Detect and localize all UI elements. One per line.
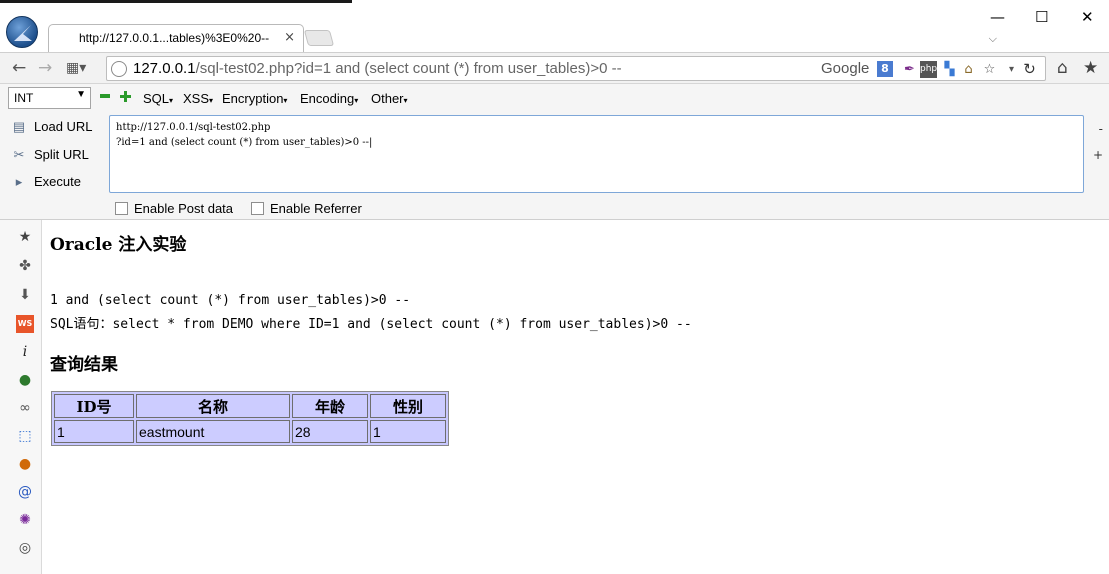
url-text: 127.0.0.1/sql-test02.php?id=1 and (selec… <box>133 60 622 77</box>
int-select-value: INT <box>14 91 34 105</box>
feather-icon[interactable]: ✒ <box>901 61 918 78</box>
param-line: 1 and (select count (*) from user_tables… <box>50 293 411 308</box>
tab-list-chevron-icon[interactable]: ⌵ <box>989 32 997 46</box>
load-url-label: Load URL <box>34 119 93 134</box>
swirl-icon[interactable]: @ <box>16 483 34 501</box>
search-badge: 8 <box>877 61 893 77</box>
browser-logo-icon[interactable] <box>6 16 38 48</box>
table-row: 1 eastmount 28 1 <box>54 420 446 443</box>
glasses-icon[interactable]: ∞ <box>16 399 34 417</box>
url-line-2: ?id=1 and (select count (*) from user_ta… <box>116 137 373 148</box>
reload-icon[interactable]: ↻ <box>1021 61 1038 78</box>
split-url-button[interactable]: ✂ Split URL <box>10 147 89 169</box>
column-header: 名称 <box>136 394 290 418</box>
enable-referrer-checkbox[interactable]: Enable Referrer <box>251 201 362 216</box>
execute-label: Execute <box>34 174 81 189</box>
extension-sidebar: ★ ✤ ⬇ WS i ● ∞ ⬚ ● @ ✺ ◎ <box>0 220 42 574</box>
increase-icon[interactable] <box>120 91 131 102</box>
gear-icon[interactable]: ✺ <box>16 511 34 529</box>
select-arrow-icon: ▼ <box>76 89 86 100</box>
column-header: ID号 <box>54 394 134 418</box>
active-tab[interactable]: http://127.0.0.1...tables)%3E0%20-- × <box>48 24 304 52</box>
cursor-icon[interactable]: ⬚ <box>16 427 34 445</box>
grid-menu-icon[interactable]: ▦▾ <box>66 60 86 76</box>
menu-other[interactable]: Other▾ <box>371 91 408 106</box>
forward-arrow-icon[interactable]: → <box>38 58 52 78</box>
cookie-icon[interactable]: ◎ <box>16 539 34 557</box>
tab-close-icon[interactable]: × <box>284 30 295 45</box>
table-cell: eastmount <box>136 420 290 443</box>
table-cell: 1 <box>370 420 446 443</box>
split-url-icon: ✂ <box>13 147 25 162</box>
load-url-icon: ▤ <box>12 119 26 134</box>
minimize-button[interactable]: — <box>990 8 1005 26</box>
menu-encoding[interactable]: Encoding▾ <box>300 91 358 106</box>
execute-button[interactable]: ▸ Execute <box>10 174 81 196</box>
hackbar-panel: INT ▼ SQL▾ XSS▾ Encryption▾ Encoding▾ Ot… <box>0 84 1109 220</box>
table-header-row: ID号 名称 年龄 性别 <box>54 394 446 418</box>
back-arrow-icon[interactable]: ← <box>12 58 26 78</box>
result-heading: 查询结果 <box>50 355 118 375</box>
title-bar: http://127.0.0.1...tables)%3E0%20-- × — … <box>0 0 1109 52</box>
execute-icon: ▸ <box>15 174 23 189</box>
menu-sql[interactable]: SQL▾ <box>143 91 173 106</box>
checkbox-box[interactable] <box>115 202 128 215</box>
url-line-1: http://127.0.0.1/sql-test02.php <box>116 122 271 133</box>
info-icon[interactable]: i <box>16 343 34 361</box>
site-info-icon[interactable] <box>111 61 127 77</box>
menu-encryption[interactable]: Encryption▾ <box>222 91 287 106</box>
maximize-button[interactable]: ☐ <box>1035 8 1048 26</box>
top-accent-line <box>0 0 352 3</box>
star-icon[interactable]: ★ <box>16 228 34 246</box>
home-outline-icon[interactable]: ⌂ <box>960 61 977 78</box>
checkbox-box[interactable] <box>251 202 264 215</box>
puzzle-icon[interactable]: ✤ <box>16 257 34 275</box>
split-url-label: Split URL <box>34 147 89 162</box>
url-textarea[interactable]: http://127.0.0.1/sql-test02.php ?id=1 and… <box>109 115 1084 193</box>
ws-icon[interactable]: WS <box>16 315 34 333</box>
lastpass-icon[interactable]: ● <box>16 455 34 473</box>
enable-referrer-label: Enable Referrer <box>270 201 362 216</box>
home-icon[interactable]: ⌂ <box>1057 58 1068 78</box>
shrink-button[interactable]: - <box>1099 122 1103 136</box>
page-title: Oracle 注入实验 <box>50 235 187 255</box>
dropdown-icon[interactable]: ▾ <box>1003 61 1020 78</box>
tab-title: http://127.0.0.1...tables)%3E0%20-- <box>79 31 270 45</box>
table-cell: 28 <box>292 420 368 443</box>
address-bar[interactable]: 127.0.0.1/sql-test02.php?id=1 and (selec… <box>106 56 1046 81</box>
new-tab-button[interactable] <box>303 30 335 46</box>
php-icon[interactable]: php <box>920 61 937 78</box>
bookmark-star-icon[interactable]: ☆ <box>981 61 998 78</box>
shield-icon[interactable]: ● <box>16 371 34 389</box>
close-window-button[interactable]: ✕ <box>1081 8 1094 26</box>
expand-button[interactable]: + <box>1093 148 1103 162</box>
download-icon[interactable]: ⬇ <box>16 286 34 304</box>
sql-statement: SQL语句：select * from DEMO where ID=1 and … <box>50 317 692 332</box>
enable-post-checkbox[interactable]: Enable Post data <box>115 201 233 216</box>
search-engine-label[interactable]: Google <box>821 60 869 77</box>
load-url-button[interactable]: ▤ Load URL <box>10 119 93 141</box>
column-header: 年龄 <box>292 394 368 418</box>
result-table: ID号 名称 年龄 性别 1 eastmount 28 1 <box>51 391 449 446</box>
page-content: Oracle 注入实验 1 and (select count (*) from… <box>42 220 1109 574</box>
enable-post-label: Enable Post data <box>134 201 234 216</box>
decrease-icon[interactable] <box>100 91 110 101</box>
navigation-bar: ← → ▦▾ 127.0.0.1/sql-test02.php?id=1 and… <box>0 52 1109 84</box>
table-cell: 1 <box>54 420 134 443</box>
menu-xss[interactable]: XSS▾ <box>183 91 213 106</box>
bookmarks-star-icon[interactable]: ★ <box>1083 58 1098 78</box>
windows-icon[interactable]: ▚ <box>941 61 958 78</box>
column-header: 性别 <box>370 394 446 418</box>
int-select[interactable]: INT ▼ <box>8 87 91 109</box>
